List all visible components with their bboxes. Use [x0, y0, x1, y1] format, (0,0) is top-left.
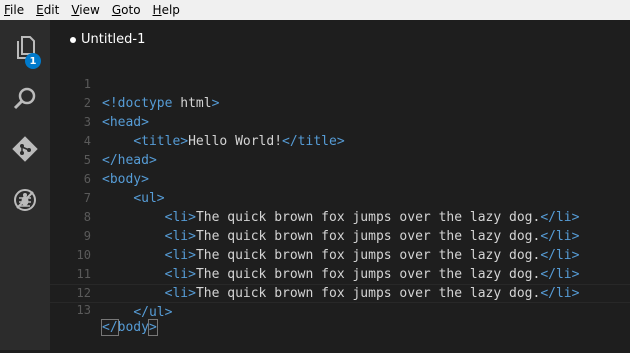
code-line: 8 <li>The quick brown fox jumps over the… — [50, 189, 630, 244]
search-button[interactable] — [0, 73, 50, 123]
menu-edit-mnemonic: E — [36, 3, 44, 17]
menu-edit-label: dit — [43, 3, 60, 17]
menu-view[interactable]: View — [65, 0, 105, 20]
explorer-button[interactable]: 1 — [0, 22, 50, 72]
code-line: 5 <body> — [50, 132, 630, 187]
editor-area: Untitled-1 1 <!doctype html> 2 <head> 3 … — [50, 20, 630, 350]
code-line: 10 <li>The quick brown fox jumps over th… — [50, 227, 630, 282]
menu-goto-label: oto — [121, 3, 141, 17]
menu-file[interactable]: File — [0, 0, 30, 20]
menu-help-mnemonic: H — [152, 3, 162, 17]
search-icon — [13, 87, 36, 110]
line-number: 13 — [76, 303, 91, 317]
tab-title: Untitled-1 — [81, 32, 146, 47]
code-line: 2 <head> — [50, 75, 630, 130]
tab-bar: Untitled-1 — [50, 20, 630, 55]
unsaved-dot-icon — [70, 36, 76, 43]
code-line: 3 <title>Hello World!</title> — [50, 94, 630, 149]
line-text: </body> — [101, 319, 158, 336]
menu-file-label: ile — [10, 3, 25, 17]
explorer-badge: 1 — [25, 53, 41, 69]
code-line: 11 <li>The quick brown fox jumps over th… — [50, 246, 630, 301]
tab-untitled-1[interactable]: Untitled-1 — [70, 32, 145, 47]
debug-icon — [14, 189, 36, 211]
bracket-match-close: > — [147, 319, 158, 336]
menu-goto-mnemonic: G — [111, 3, 122, 17]
menu-goto[interactable]: Goto — [106, 0, 147, 20]
code-line: 9 <li>The quick brown fox jumps over the… — [50, 208, 630, 263]
activity-bar: 1 — [0, 20, 50, 350]
code-line: 1 <!doctype html> — [50, 56, 630, 111]
debug-button[interactable] — [0, 175, 50, 225]
git-icon — [12, 136, 38, 162]
ul-close-tag: </ul> — [133, 305, 173, 320]
code-line: 12 </ul> — [50, 265, 630, 320]
menu-help[interactable]: Help — [147, 0, 186, 20]
bracket-match-open: </ — [101, 319, 119, 336]
code-line-current: 13 </body> — [50, 284, 630, 336]
menu-bar: File Edit View Goto Help — [0, 0, 630, 20]
menu-help-label: elp — [161, 3, 180, 17]
body-close-name: body — [117, 320, 149, 335]
menu-view-label: iew — [79, 3, 100, 17]
code-line: 6 <ul> — [50, 151, 630, 206]
code-line: 7 <li>The quick brown fox jumps over the… — [50, 170, 630, 225]
code-editor[interactable]: 1 <!doctype html> 2 <head> 3 <title>Hell… — [50, 56, 630, 336]
code-line: 4 </head> — [50, 113, 630, 168]
git-button[interactable] — [0, 124, 50, 174]
menu-edit[interactable]: Edit — [30, 0, 65, 20]
